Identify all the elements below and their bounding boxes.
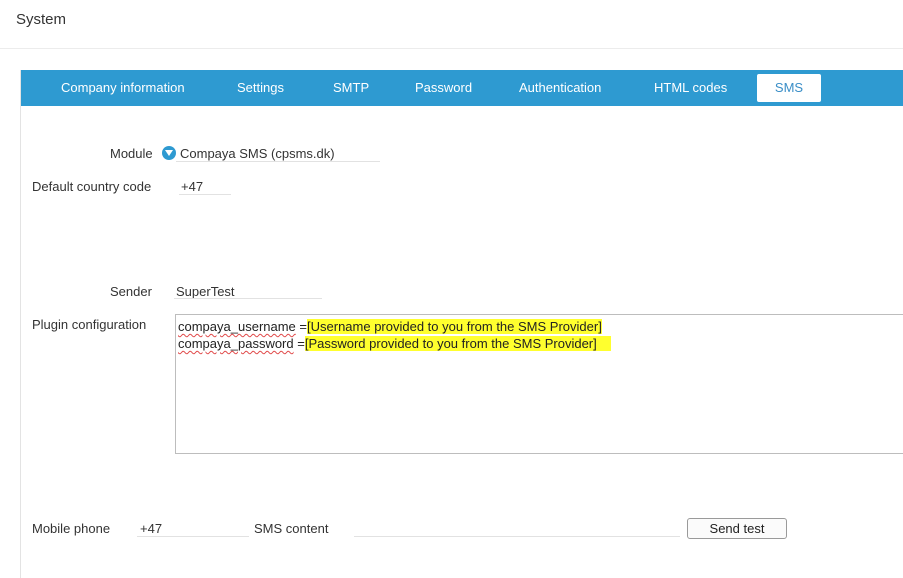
sms-content-underline — [354, 536, 680, 537]
send-test-button[interactable]: Send test — [687, 518, 787, 539]
country-code-input[interactable]: +47 — [181, 179, 203, 194]
country-code-underline — [179, 194, 231, 195]
config-value-highlighted: [Password provided to you from the SMS P… — [304, 336, 611, 351]
mobile-phone-underline — [137, 536, 249, 537]
sender-input[interactable]: SuperTest — [176, 284, 235, 299]
module-label: Module — [110, 146, 153, 161]
config-equals: = — [293, 336, 305, 351]
mobile-phone-label: Mobile phone — [32, 521, 111, 536]
tab-authentication[interactable]: Authentication — [519, 70, 601, 106]
sender-underline — [174, 298, 322, 299]
tab-password[interactable]: Password — [415, 70, 472, 106]
page-header: System — [0, 0, 903, 49]
sms-content-label: SMS content — [254, 521, 329, 536]
config-key: compaya_password — [178, 336, 294, 351]
page-title: System — [16, 11, 67, 28]
tab-sms[interactable]: SMS — [757, 74, 821, 102]
plugin-config-textarea[interactable]: compaya_username =[Username provided to … — [175, 314, 903, 454]
module-select[interactable]: Compaya SMS (cpsms.dk) — [180, 146, 335, 161]
config-equals: = — [295, 319, 308, 334]
tab-html-codes[interactable]: HTML codes — [654, 70, 727, 106]
tab-smtp[interactable]: SMTP — [333, 70, 369, 106]
config-value-highlighted: [Username provided to you from the SMS P… — [307, 319, 602, 334]
mobile-phone-input[interactable]: +47 — [140, 521, 162, 536]
chevron-down-circle-icon[interactable] — [162, 146, 176, 160]
plugin-config-label: Plugin configuration — [32, 317, 147, 332]
sms-content-input[interactable] — [356, 521, 680, 536]
config-line: compaya_username =[Username provided to … — [178, 319, 602, 334]
module-underline — [176, 161, 380, 162]
tab-bar: Company information Settings SMTP Passwo… — [21, 70, 903, 106]
country-code-label: Default country code — [32, 179, 152, 194]
tab-company-information[interactable]: Company information — [61, 70, 185, 106]
config-key: compaya_username — [178, 319, 296, 334]
sender-label: Sender — [110, 284, 152, 299]
config-line: compaya_password =[Password provided to … — [178, 336, 611, 351]
tab-settings[interactable]: Settings — [237, 70, 284, 106]
